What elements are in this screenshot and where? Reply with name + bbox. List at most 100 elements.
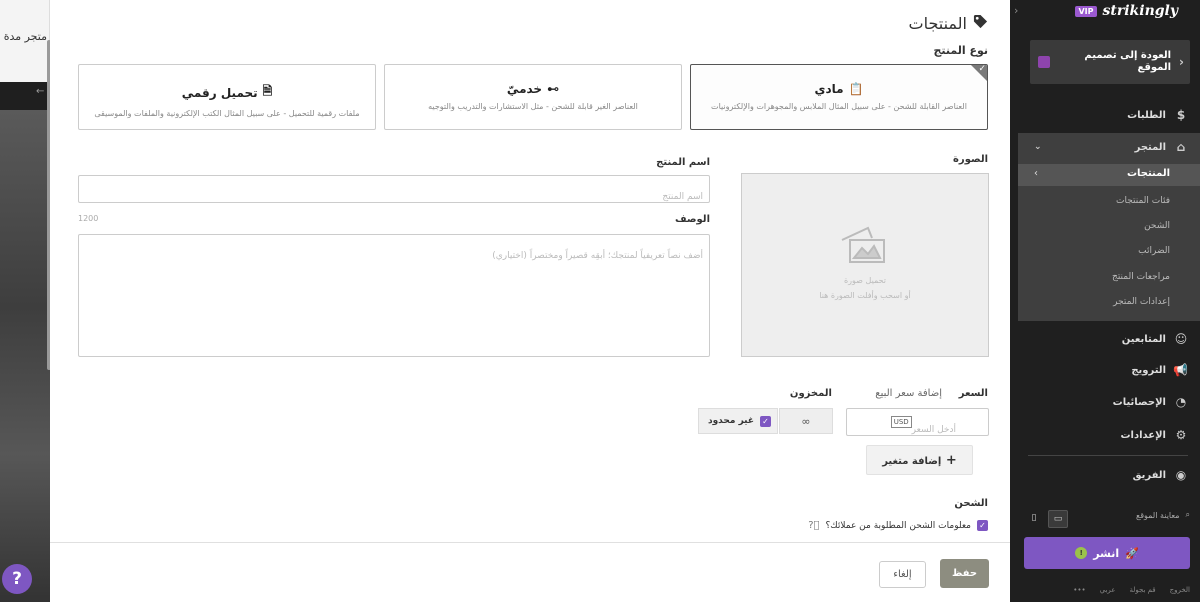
cancel-button[interactable]: إلغاء — [879, 561, 926, 588]
inventory-input[interactable]: ∞ — [779, 408, 833, 434]
publish-button[interactable]: 🚀 انشر ! — [1024, 537, 1190, 569]
sidebar-subitem-products[interactable]: المنتجات — [1127, 168, 1170, 179]
product-name-placeholder: اسم المنتج — [662, 192, 703, 202]
image-upload-subtext: أو اسحب وأفلت الصورة هنا — [819, 291, 911, 300]
image-upload-text: تحميل صورة — [843, 276, 886, 285]
plus-icon: + — [941, 453, 957, 468]
sidebar-divider — [1028, 455, 1188, 456]
desktop-icon[interactable]: ▭ — [1048, 510, 1068, 528]
price-label: السعر — [958, 388, 988, 399]
product-type-physical-title: مادي — [814, 82, 844, 96]
sidebar-subitem-reviews[interactable]: مراجعات المنتج — [1112, 272, 1170, 282]
shipping-question-text: معلومات الشحن المطلوبة من عملائك؟ — [825, 520, 971, 531]
sidebar-item-team[interactable]: ◉ الفريق — [1010, 462, 1200, 488]
page-title-text: المنتجات — [908, 14, 968, 33]
product-name-label: اسم المنتج — [656, 157, 710, 168]
product-type-digital-title: تحميل رقمي — [181, 85, 258, 100]
product-name-input[interactable]: اسم المنتج — [78, 175, 710, 203]
selected-highlight — [1018, 164, 1200, 186]
sidebar-item-promotion[interactable]: 📢 الترويج — [1010, 357, 1200, 383]
sidebar-subitem-categories[interactable]: فئات المنتجات — [1116, 196, 1170, 206]
tour-link[interactable]: قم بجولة — [1129, 586, 1155, 594]
save-button[interactable]: حفظ — [940, 559, 989, 588]
language-link[interactable]: عربي — [1100, 586, 1116, 594]
sidebar-item-store[interactable]: ⌂ المتجر ⌄ — [1010, 134, 1200, 160]
device-toggle: ▭ ▯ — [1024, 510, 1068, 528]
product-type-digital-desc: ملفات رقمية للتحميل - على سبيل المثال ال… — [94, 109, 360, 118]
users-icon: ☺ — [1174, 332, 1188, 346]
sidebar-footer: الخروج قم بجولة عربي ••• — [1073, 586, 1190, 594]
megaphone-icon: 📢 — [1173, 363, 1188, 377]
image-placeholder-icon — [838, 222, 892, 270]
price-placeholder: أدخل السعر — [911, 425, 956, 435]
back-label: العودة إلى تصميم الموقع — [1084, 50, 1172, 73]
unlimited-checkbox[interactable]: ✓ غير محدود — [698, 408, 778, 434]
tag-icon — [973, 14, 988, 33]
shipping-required-checkbox[interactable]: ✓ معلومات الشحن المطلوبة من عملائك؟ ?⃝ — [808, 520, 988, 531]
add-variant-label: إضافة متغير — [882, 456, 942, 467]
back-to-site-design-button[interactable]: ‹ العودة إلى تصميم الموقع — [1030, 40, 1190, 84]
question-circle-icon[interactable]: ?⃝ — [808, 520, 819, 531]
file-icon: 🗎 — [262, 84, 273, 98]
product-editor-modal: المنتجات نوع المنتج ✓ 📋 مادي العناصر القا… — [50, 0, 1010, 602]
chevron-left-icon: › — [1034, 168, 1038, 179]
background-hero-image — [0, 110, 50, 602]
dollar-icon: $ — [1176, 108, 1186, 122]
pie-chart-icon: ◔ — [1175, 395, 1187, 409]
vip-badge: VIP — [1075, 5, 1097, 17]
check-icon: ✓ — [760, 415, 771, 427]
description-textarea[interactable]: أضف نصاً تعريفياً لمنتجك؛ أبقِه قصيراً و… — [78, 234, 710, 357]
sidebar-subitem-store-settings[interactable]: إعدادات المتجر — [1113, 297, 1170, 307]
sidebar-item-label: المتابعين — [1121, 333, 1166, 345]
page-title: المنتجات — [909, 14, 989, 33]
site-preview-link[interactable]: ⌕ معاينة الموقع — [1136, 510, 1190, 520]
dumbbell-icon: ⊶ — [547, 82, 560, 96]
more-menu[interactable]: ••• — [1073, 586, 1085, 594]
checkmark-icon: ✓ — [978, 64, 986, 74]
sidebar-item-label: الطلبات — [1127, 109, 1166, 121]
chevron-down-icon: ⌄ — [1034, 142, 1042, 152]
sidebar-item-stats[interactable]: ◔ الإحصائيات — [1010, 389, 1200, 415]
sidebar-subitem-shipping[interactable]: الشحن — [1144, 221, 1170, 231]
add-variant-button[interactable]: + إضافة متغير — [866, 445, 973, 475]
add-sale-price-link[interactable]: إضافة سعر البيع — [875, 388, 942, 399]
collapse-chevron-icon[interactable]: ‹ — [1014, 4, 1018, 17]
currency-badge: USD — [890, 416, 912, 428]
background-strip: ← — [0, 82, 50, 110]
preview-label: معاينة الموقع — [1135, 510, 1180, 520]
description-char-counter: 1200 — [78, 214, 99, 223]
unlimited-label: غير محدود — [707, 416, 754, 426]
image-upload-area[interactable]: تحميل صورة أو اسحب وأفلت الصورة هنا — [741, 173, 989, 357]
sidebar-item-settings[interactable]: ⚙ الإعدادات — [1010, 422, 1200, 448]
sidebar-item-followers[interactable]: ☺ المتابعين — [1010, 326, 1200, 352]
logout-link[interactable]: الخروج — [1170, 586, 1190, 594]
shipping-label: الشحن — [954, 498, 988, 509]
sidebar-item-label: الإعدادات — [1120, 429, 1166, 441]
status-dot-icon: ! — [1075, 547, 1088, 559]
background-header: متجر مدة — [0, 0, 50, 82]
product-type-physical[interactable]: ✓ 📋 مادي العناصر القابلة للشحن - على سبيل… — [690, 64, 988, 130]
sidebar-subitem-taxes[interactable]: الضرائب — [1138, 246, 1170, 256]
gear-icon: ⚙ — [1175, 428, 1187, 442]
product-type-physical-desc: العناصر القابلة للشحن - على سبيل المثال … — [711, 102, 967, 111]
team-icon: ◉ — [1175, 468, 1187, 482]
search-icon: ⌕ — [1185, 510, 1190, 519]
product-type-service[interactable]: ⊶ خدميّ العناصر الغير قابلة للشحن - مثل ا… — [384, 64, 682, 130]
site-icon — [1038, 56, 1050, 68]
price-input[interactable]: أدخل السعر USD — [846, 408, 989, 436]
store-icon: ⌂ — [1176, 140, 1186, 154]
check-icon: ✓ — [977, 520, 988, 531]
background-strip-text: ← — [36, 86, 45, 97]
chevron-right-icon: ‹ — [1179, 55, 1184, 69]
sidebar-item-label: الفريق — [1132, 469, 1166, 481]
help-button[interactable]: ? — [2, 564, 32, 594]
product-type-digital[interactable]: 🗎 تحميل رقمي ملفات رقمية للتحميل - على سب… — [78, 64, 376, 130]
mobile-icon[interactable]: ▯ — [1024, 510, 1044, 528]
strikingly-logo: VIP strikingly — [1075, 3, 1178, 19]
product-type-label: نوع المنتج — [933, 44, 988, 57]
background-nav-text: متجر مدة — [3, 30, 47, 43]
sidebar-item-orders[interactable]: $ الطلبات — [1010, 102, 1200, 128]
clipboard-icon: 📋 — [848, 82, 864, 96]
product-type-service-desc: العناصر الغير قابلة للشحن - مثل الاستشار… — [428, 102, 638, 111]
product-type-service-title: خدميّ — [506, 82, 543, 96]
